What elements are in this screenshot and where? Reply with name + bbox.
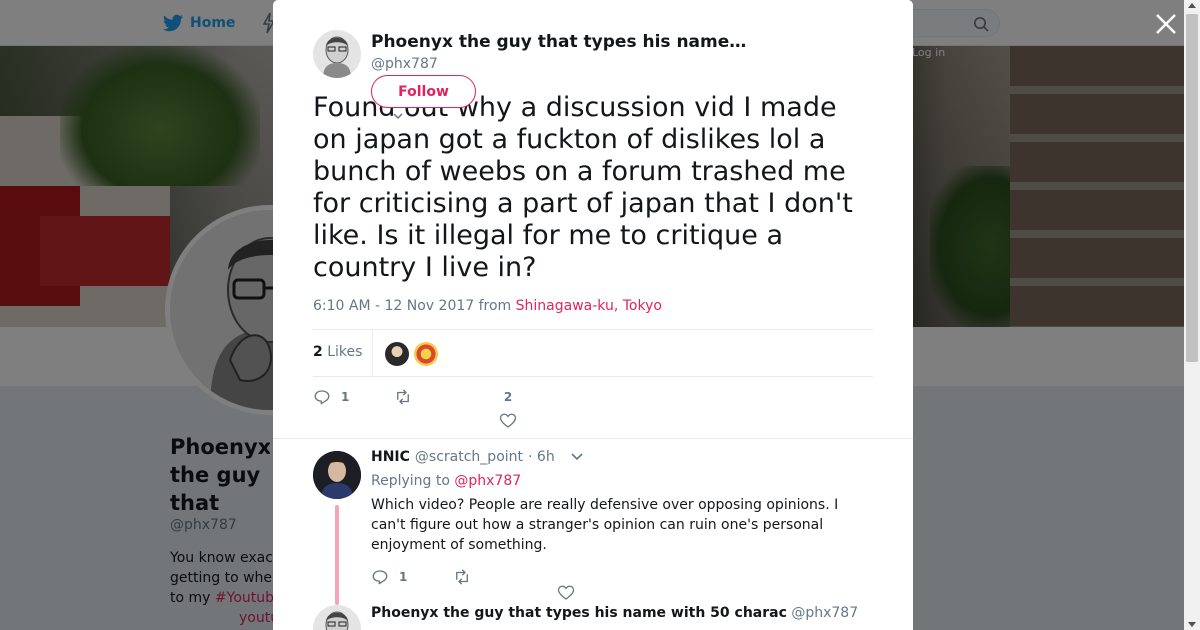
like-button[interactable]: 2 bbox=[499, 390, 517, 430]
liker-avatar[interactable] bbox=[414, 342, 438, 366]
scrollbar-thumb[interactable] bbox=[1186, 14, 1198, 362]
likes-count: 2 bbox=[313, 344, 323, 360]
replying-to-link[interactable]: @phx787 bbox=[454, 473, 521, 489]
section-divider bbox=[273, 438, 913, 439]
reply-header: HNIC @scratch_point · 6h bbox=[371, 449, 584, 465]
stats-divider bbox=[372, 330, 373, 376]
reply-author-name[interactable]: HNIC bbox=[371, 449, 410, 465]
tweet-timestamp: 6:10 AM - 12 Nov 2017 from Shinagawa-ku,… bbox=[313, 298, 662, 314]
location-link[interactable]: Shinagawa-ku, Tokyo bbox=[516, 298, 662, 314]
reply-author-name[interactable]: Phoenyx the guy that types his name with… bbox=[371, 605, 787, 621]
close-icon[interactable] bbox=[1154, 12, 1178, 36]
reply-author-handle[interactable]: @phx787 bbox=[791, 605, 858, 621]
author-handle[interactable]: @phx787 bbox=[371, 56, 438, 72]
chevron-down-icon[interactable] bbox=[570, 452, 584, 462]
likes-label: Likes bbox=[327, 344, 363, 360]
retweet-icon bbox=[397, 389, 409, 405]
like-button[interactable] bbox=[557, 584, 575, 602]
reply-button[interactable]: 1 bbox=[313, 388, 349, 406]
chevron-down-icon[interactable] bbox=[393, 112, 403, 120]
author-name[interactable]: Phoenyx the guy that types his name… bbox=[371, 32, 746, 52]
tweet-text: Found out why a discussion vid I made on… bbox=[313, 92, 853, 283]
reply-author-handle[interactable]: @scratch_point bbox=[415, 449, 523, 465]
reply-count: 1 bbox=[399, 570, 408, 584]
reply-text: Which video? People are really defensive… bbox=[371, 497, 839, 553]
avatar-sketch bbox=[313, 605, 361, 630]
retweet-icon bbox=[456, 569, 468, 585]
avatar-photo bbox=[313, 451, 361, 499]
tweet-modal: Phoenyx the guy that types his name… @ph… bbox=[273, 0, 913, 630]
reply-time[interactable]: · 6h bbox=[528, 449, 555, 465]
tweet-actions: 1 2 bbox=[313, 388, 873, 432]
heart-icon bbox=[499, 413, 517, 428]
retweet-button[interactable] bbox=[394, 388, 422, 406]
reply-count: 1 bbox=[341, 390, 350, 404]
scroll-down-arrow[interactable] bbox=[1188, 622, 1196, 627]
like-count: 2 bbox=[503, 390, 513, 404]
reply-avatar[interactable] bbox=[313, 605, 361, 630]
thread-line bbox=[335, 505, 339, 605]
follow-button[interactable]: Follow bbox=[371, 75, 476, 108]
retweet-button[interactable] bbox=[453, 568, 471, 586]
heart-icon bbox=[557, 585, 575, 600]
author-avatar[interactable] bbox=[313, 30, 361, 78]
reply-icon bbox=[372, 570, 388, 585]
replying-to-label: Replying to bbox=[371, 473, 450, 489]
reply-actions: 1 bbox=[371, 568, 771, 600]
page-scrollbar[interactable] bbox=[1184, 0, 1200, 630]
tweet-stats: 2 Likes bbox=[313, 329, 873, 377]
timestamp-text: 6:10 AM - 12 Nov 2017 from bbox=[313, 298, 512, 314]
reply-button[interactable]: 1 bbox=[371, 568, 407, 586]
scroll-up-arrow[interactable] bbox=[1188, 3, 1196, 8]
reply-icon bbox=[314, 390, 330, 405]
avatar-sketch bbox=[313, 30, 361, 78]
replying-to: Replying to @phx787 bbox=[371, 473, 521, 489]
reply-header: Phoenyx the guy that types his name with… bbox=[371, 605, 858, 621]
likes-stat[interactable]: 2 Likes bbox=[313, 344, 362, 360]
liker-avatar[interactable] bbox=[385, 342, 409, 366]
reply-avatar[interactable] bbox=[313, 451, 361, 499]
